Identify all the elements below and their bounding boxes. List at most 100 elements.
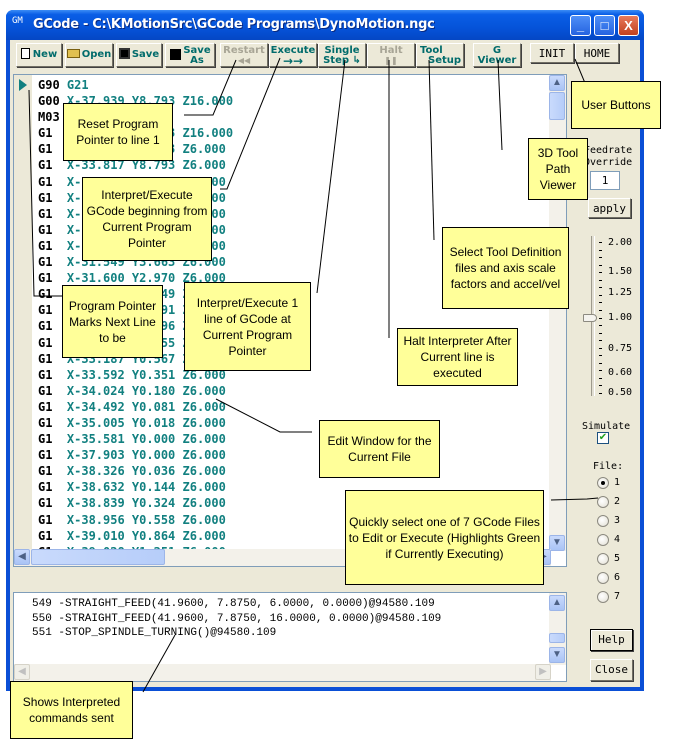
slider-label: 2.00 — [608, 237, 633, 248]
slider-tick — [599, 294, 602, 296]
editor-gutter[interactable] — [14, 75, 32, 551]
code-command: G1 — [38, 496, 60, 511]
code-line[interactable]: G1 X-38.956 Y0.558 Z6.000 — [38, 512, 233, 528]
code-command: G1 — [38, 319, 60, 334]
output-horizontal-scrollbar[interactable]: ◀ ▶ — [14, 664, 551, 681]
callout-halt: Halt Interpreter After Current line is e… — [397, 328, 518, 386]
slider-tick — [599, 362, 602, 364]
code-line[interactable]: G1 X-34.024 Y0.180 Z6.000 — [38, 383, 233, 399]
save-as-button[interactable]: Save As — [165, 43, 215, 67]
new-button[interactable]: New — [16, 43, 62, 67]
help-button[interactable]: Help — [590, 629, 633, 651]
slider-tick — [599, 393, 602, 394]
scroll-left-icon[interactable]: ◀ — [14, 549, 30, 565]
app-icon: GM — [12, 16, 23, 26]
floppy-icon — [118, 48, 130, 59]
user-button-home[interactable]: HOME — [575, 43, 619, 63]
feedrate-label-2: Override — [584, 157, 633, 168]
code-command: G1 — [38, 432, 60, 447]
code-line[interactable]: G90 G21 — [38, 77, 233, 93]
arrows-right-icon: →→ — [282, 54, 304, 68]
code-line[interactable]: G1 X-35.581 Y0.000 Z6.000 — [38, 431, 233, 447]
code-line[interactable]: G1 X-38.632 Y0.144 Z6.000 — [38, 479, 233, 495]
file-radio-2[interactable] — [597, 496, 609, 508]
code-command: G1 — [38, 351, 60, 366]
file-radio-4[interactable] — [597, 534, 609, 546]
code-command: G1 — [38, 174, 60, 189]
code-line[interactable]: G1 X-38.839 Y0.324 Z6.000 — [38, 495, 233, 511]
scroll-up-icon[interactable]: ▲ — [549, 595, 565, 611]
scroll-down-icon[interactable]: ▼ — [549, 535, 565, 551]
scroll-right-icon[interactable]: ▶ — [535, 664, 551, 680]
file-radio-5[interactable] — [597, 553, 609, 565]
slider-label: 1.50 — [608, 266, 633, 277]
slider-label: 0.50 — [608, 387, 633, 398]
code-command: M03 — [38, 110, 60, 125]
code-line[interactable]: G1 X-34.492 Y0.081 Z6.000 — [38, 399, 233, 415]
file-radio-label: 2 — [614, 496, 621, 507]
slider-tick — [599, 257, 602, 259]
output-vertical-scrollbar[interactable]: ▲ ▼ — [549, 593, 566, 665]
code-arguments: X-37.903 Y0.000 Z6.000 — [59, 448, 226, 463]
user-button-init[interactable]: INIT — [530, 43, 574, 63]
callout-edit-window: Edit Window for the Current File — [319, 420, 440, 478]
feedrate-slider-thumb[interactable] — [583, 314, 597, 322]
file-radio-7[interactable] — [597, 591, 609, 603]
file-radio-3[interactable] — [597, 515, 609, 527]
code-line[interactable]: G1 X-38.326 Y0.036 Z6.000 — [38, 463, 233, 479]
slider-tick — [599, 355, 602, 357]
code-line[interactable]: G1 X-39.010 Y0.864 Z6.000 — [38, 528, 233, 544]
code-command: G1 — [38, 142, 60, 157]
callout-program-pointer: Program Pointer Marks Next Line to be — [62, 285, 163, 358]
g-viewer-button[interactable]: G Viewer — [473, 43, 521, 67]
scroll-up-icon[interactable]: ▲ — [549, 75, 565, 91]
code-command: G1 — [38, 206, 60, 221]
slider-label: 1.25 — [608, 287, 633, 298]
code-line[interactable]: G1 X-35.005 Y0.018 Z6.000 — [38, 415, 233, 431]
output-line: 549 -STRAIGHT_FEED(41.9600, 7.8750, 6.00… — [32, 598, 435, 610]
execute-button[interactable]: Execute →→ — [269, 43, 317, 67]
callout-reset-pointer: Reset Program Pointer to line 1 — [63, 103, 173, 161]
halt-button[interactable]: Halt ❚❚ — [367, 43, 415, 67]
minimize-button[interactable]: _ — [570, 15, 591, 36]
close-window-button[interactable]: X — [618, 15, 639, 36]
slider-tick — [599, 370, 602, 372]
halt-label: Halt — [379, 45, 403, 56]
scroll-left-icon[interactable]: ◀ — [14, 664, 30, 680]
code-command: G1 — [38, 399, 60, 414]
open-button[interactable]: Open — [65, 43, 113, 67]
code-command: G1 — [38, 383, 60, 398]
apply-button[interactable]: apply — [588, 198, 631, 218]
scroll-thumb[interactable] — [549, 633, 565, 643]
simulate-checkbox[interactable]: ✔ — [597, 432, 609, 444]
code-command: G00 — [38, 94, 60, 109]
code-command: G1 — [38, 158, 60, 173]
callout-tool-setup: Select Tool Definition files and axis sc… — [442, 227, 569, 309]
title-bar[interactable]: GM GCode - C:\KMotionSrc\GCode Programs\… — [6, 10, 644, 40]
scroll-thumb[interactable] — [31, 549, 165, 565]
code-command: G1 — [38, 190, 60, 205]
callout-file-select: Quickly select one of 7 GCode Files to E… — [345, 490, 544, 585]
scroll-down-icon[interactable]: ▼ — [549, 647, 565, 663]
restart-button[interactable]: Restart ◀◀ — [220, 43, 268, 67]
callout-execute: Interpret/Execute GCode beginning from C… — [82, 177, 212, 261]
feedrate-input[interactable]: 1 — [590, 171, 620, 190]
close-button[interactable]: Close — [590, 659, 633, 681]
tool-setup-button[interactable]: Tool Setup — [416, 43, 464, 67]
file-radio-label: 6 — [614, 572, 621, 583]
maximize-button[interactable]: □ — [594, 15, 615, 36]
interpreter-output[interactable]: 549 -STRAIGHT_FEED(41.9600, 7.8750, 6.00… — [13, 592, 567, 682]
slider-label: 0.75 — [608, 343, 633, 354]
scroll-thumb[interactable] — [549, 92, 565, 120]
code-command: G1 — [38, 480, 60, 495]
file-radio-6[interactable] — [597, 572, 609, 584]
save-button[interactable]: Save — [116, 43, 162, 67]
file-radio-1[interactable] — [597, 477, 609, 489]
code-command: G1 — [38, 222, 60, 237]
callout-user-buttons: User Buttons — [571, 81, 661, 129]
new-label: New — [32, 49, 58, 60]
code-command: G1 — [38, 255, 60, 270]
code-line[interactable]: G1 X-37.903 Y0.000 Z6.000 — [38, 447, 233, 463]
file-label: File: — [593, 461, 624, 472]
single-step-button[interactable]: Single Step ↳ — [318, 43, 366, 67]
